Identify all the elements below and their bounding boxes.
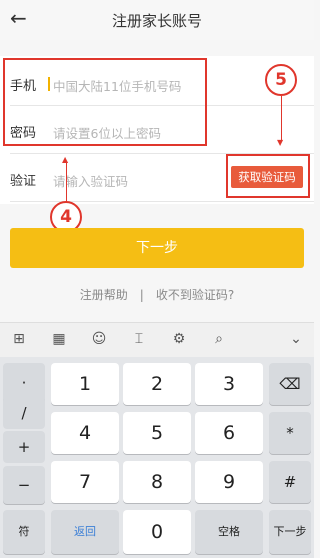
keyboard-icon[interactable]: ▦ [48,328,70,350]
divider [10,201,314,202]
key-4[interactable]: 4 [51,412,119,454]
cursor-icon[interactable]: ⌶ [128,328,150,350]
arrow-down-icon: ▼ [277,138,284,147]
search-icon[interactable]: ⌕ [208,328,230,350]
key-plus[interactable]: + [3,431,45,463]
key-6[interactable]: 6 [195,412,263,454]
annotation-box-credentials [3,58,207,146]
key-7[interactable]: 7 [51,461,119,503]
key-hash[interactable]: # [269,461,311,503]
key-asterisk[interactable]: * [269,412,311,454]
annotation-badge-5: 5 [265,64,297,96]
key-9[interactable]: 9 [195,461,263,503]
key-0[interactable]: 0 [123,510,191,554]
annotation-arrow-4 [66,162,67,202]
register-help-link[interactable]: 注册帮助 [80,288,128,302]
settings-icon[interactable]: ⚙ [168,328,190,350]
key-minus[interactable]: − [3,466,45,504]
code-label: 验证 [10,174,37,189]
chevron-down-icon[interactable]: ⌄ [285,328,307,350]
help-links: 注册帮助 | 收不到验证码? [0,286,314,303]
key-slash[interactable]: / [3,397,45,429]
no-code-link[interactable]: 收不到验证码? [156,288,234,302]
emoji-icon[interactable]: ☺ [88,328,110,350]
next-step-button[interactable]: 下一步 [10,228,304,268]
space-key[interactable]: 空格 [195,510,263,554]
key-3[interactable]: 3 [195,363,263,405]
annotation-box-get-code [226,154,310,198]
link-separator: | [139,288,144,302]
key-1[interactable]: 1 [51,363,119,405]
apps-grid-icon[interactable]: ⊞ [8,328,30,350]
key-8[interactable]: 8 [123,461,191,503]
symbol-key[interactable]: 符 [3,510,45,554]
annotation-arrow-5 [281,96,282,142]
backspace-icon[interactable]: ⌫ [269,363,311,405]
page-title: 注册家长账号 [111,12,202,30]
key-2[interactable]: 2 [123,363,191,405]
arrow-up-icon: ▲ [62,155,69,164]
next-key[interactable]: 下一步 [269,510,311,554]
key-5[interactable]: 5 [123,412,191,454]
return-key[interactable]: 返回 [51,510,119,554]
code-input[interactable]: 请输入验证码 [53,171,128,190]
